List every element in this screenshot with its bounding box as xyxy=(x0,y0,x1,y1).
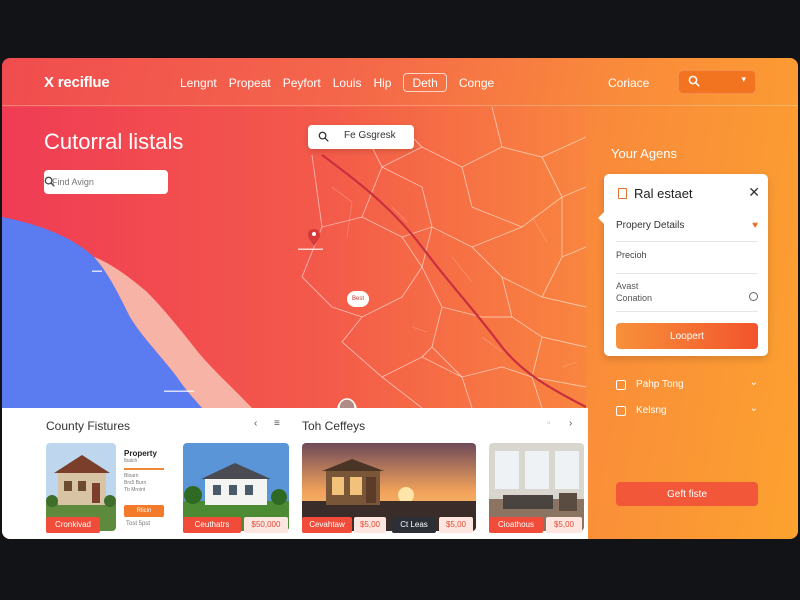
nav-item-hip[interactable]: Hip xyxy=(373,76,391,92)
section-title-toh: Toh Ceffeys xyxy=(302,419,366,433)
featured-subtitle: Ibalch xyxy=(124,458,138,464)
map-pin-label[interactable]: Best xyxy=(347,291,369,307)
listing-tag-4[interactable]: Cioathous xyxy=(489,517,543,533)
side-cta-button[interactable]: Geft fiste xyxy=(616,482,758,506)
featured-sub: Tost 5pst xyxy=(126,521,151,527)
photo-pin-icon[interactable] xyxy=(338,398,356,408)
featured-accent-bar xyxy=(124,468,164,470)
chevron-down-icon: ⌄ xyxy=(749,403,758,414)
page-title: Cutorral listals xyxy=(44,129,184,154)
nav-item-deth-active[interactable]: Deth xyxy=(403,73,447,92)
search-icon[interactable] xyxy=(44,176,55,187)
nav-item-conge[interactable]: Conge xyxy=(459,76,494,92)
accordion-label-1: Pahp Tong xyxy=(636,379,684,390)
featured-property-info: Property Ibalch Bloarn Brs5 Burn Tb Mroi… xyxy=(124,449,172,494)
agent-detail-card: Ral estaet ✕ Propery Details ♥ Precioh A… xyxy=(598,174,768,356)
precision-field[interactable]: Precioh xyxy=(616,250,758,274)
prev-arrow-icon[interactable]: ‹ xyxy=(254,418,257,429)
card-header: Ral estaet ✕ xyxy=(616,184,760,202)
gear-icon[interactable] xyxy=(749,292,758,301)
featured-title: Property xyxy=(124,449,157,458)
search-icon xyxy=(688,75,700,87)
card-action-button[interactable]: Loopert xyxy=(616,323,758,349)
listing-dark-tag[interactable]: Ct Leas xyxy=(392,517,436,533)
svg-text:▬▬▬▬▬: ▬▬▬▬▬ xyxy=(298,246,323,252)
precision-label: Precioh xyxy=(616,250,647,260)
main-nav: Lengnt Propeat Peyfort Louis Hip Deth Co… xyxy=(180,73,506,92)
featured-line-3: Tb Mroint xyxy=(124,487,146,493)
chevron-down-icon: ▾ xyxy=(741,74,746,84)
accordion-label-2: Kelsng xyxy=(636,405,667,416)
property-details-label: Propery Details xyxy=(616,220,685,231)
condition-label: Conation xyxy=(616,293,653,303)
map-search-box[interactable] xyxy=(44,170,168,194)
close-icon[interactable]: ✕ xyxy=(748,184,760,201)
chevron-down-icon: ⌄ xyxy=(749,377,758,388)
accordion-item-1[interactable]: Pahp Tong ⌄ xyxy=(616,377,758,395)
listing-price-2: $50,000 xyxy=(244,517,288,533)
map-search-popup[interactable]: Fe Gsgresk xyxy=(308,125,414,149)
nav-item-propeat[interactable]: Propeat xyxy=(229,76,271,92)
property-details-field[interactable]: Propery Details ♥ xyxy=(616,220,758,242)
map-panel[interactable]: ▬▬▬▬▬ ▬▬ ▬▬▬▬▬▬ ▬▬▬▬ Cutorral listals Fe… xyxy=(2,107,586,408)
listings-panel: County Fistures Toh Ceffeys ‹ ≡ ▫ › Prop… xyxy=(2,408,588,539)
top-search-dropdown[interactable]: ▾ xyxy=(678,70,756,94)
listing-price-3: $5,00 xyxy=(354,517,386,533)
heart-icon[interactable]: ♥ xyxy=(752,220,758,231)
featured-line-1: Bloarn xyxy=(124,473,139,479)
top-nav-bar: X reciflue Lengnt Propeat Peyfort Louis … xyxy=(2,58,798,106)
listing-tag-3[interactable]: Cevahtaw xyxy=(302,517,352,533)
nav-item-lengnt[interactable]: Lengnt xyxy=(180,76,217,92)
nav-item-peyfort[interactable]: Peyfort xyxy=(283,76,321,92)
menu-icon[interactable]: ≡ xyxy=(274,418,280,429)
grid-icon[interactable]: ▫ xyxy=(547,418,551,429)
next-arrow-icon[interactable]: › xyxy=(569,418,572,429)
square-icon xyxy=(616,406,626,416)
document-icon xyxy=(618,188,627,199)
svg-text:▬▬: ▬▬ xyxy=(92,268,102,274)
search-icon xyxy=(318,131,329,142)
accordion-item-2[interactable]: Kelsng ⌄ xyxy=(616,403,758,421)
card-title: Ral estaet xyxy=(634,186,693,201)
condition-field[interactable]: Avast Conation xyxy=(616,278,758,312)
listing-tag-2[interactable]: Ceuthatrs xyxy=(183,517,241,533)
listing-price-3b: $5,00 xyxy=(439,517,473,533)
contact-link[interactable]: Coriace xyxy=(608,76,649,90)
section-title-county: County Fistures xyxy=(46,419,131,433)
listing-tag-1[interactable]: Cronkivad xyxy=(46,517,100,533)
avast-label: Avast xyxy=(616,281,639,291)
featured-line-2: Brs5 Burn xyxy=(124,480,147,486)
map-popup-text: Fe Gsgresk xyxy=(344,130,396,141)
svg-text:▬▬▬▬▬▬: ▬▬▬▬▬▬ xyxy=(164,388,194,394)
side-panel-title: Your Agens xyxy=(611,146,678,161)
listing-price-4: $5,00 xyxy=(546,517,582,533)
square-icon xyxy=(616,380,626,390)
map-search-input[interactable] xyxy=(52,174,142,190)
featured-action-button[interactable]: Rlicin xyxy=(124,505,164,517)
app-logo[interactable]: X reciflue xyxy=(44,74,110,91)
app-window: X reciflue Lengnt Propeat Peyfort Louis … xyxy=(2,58,798,539)
nav-item-louis[interactable]: Louis xyxy=(333,76,362,92)
